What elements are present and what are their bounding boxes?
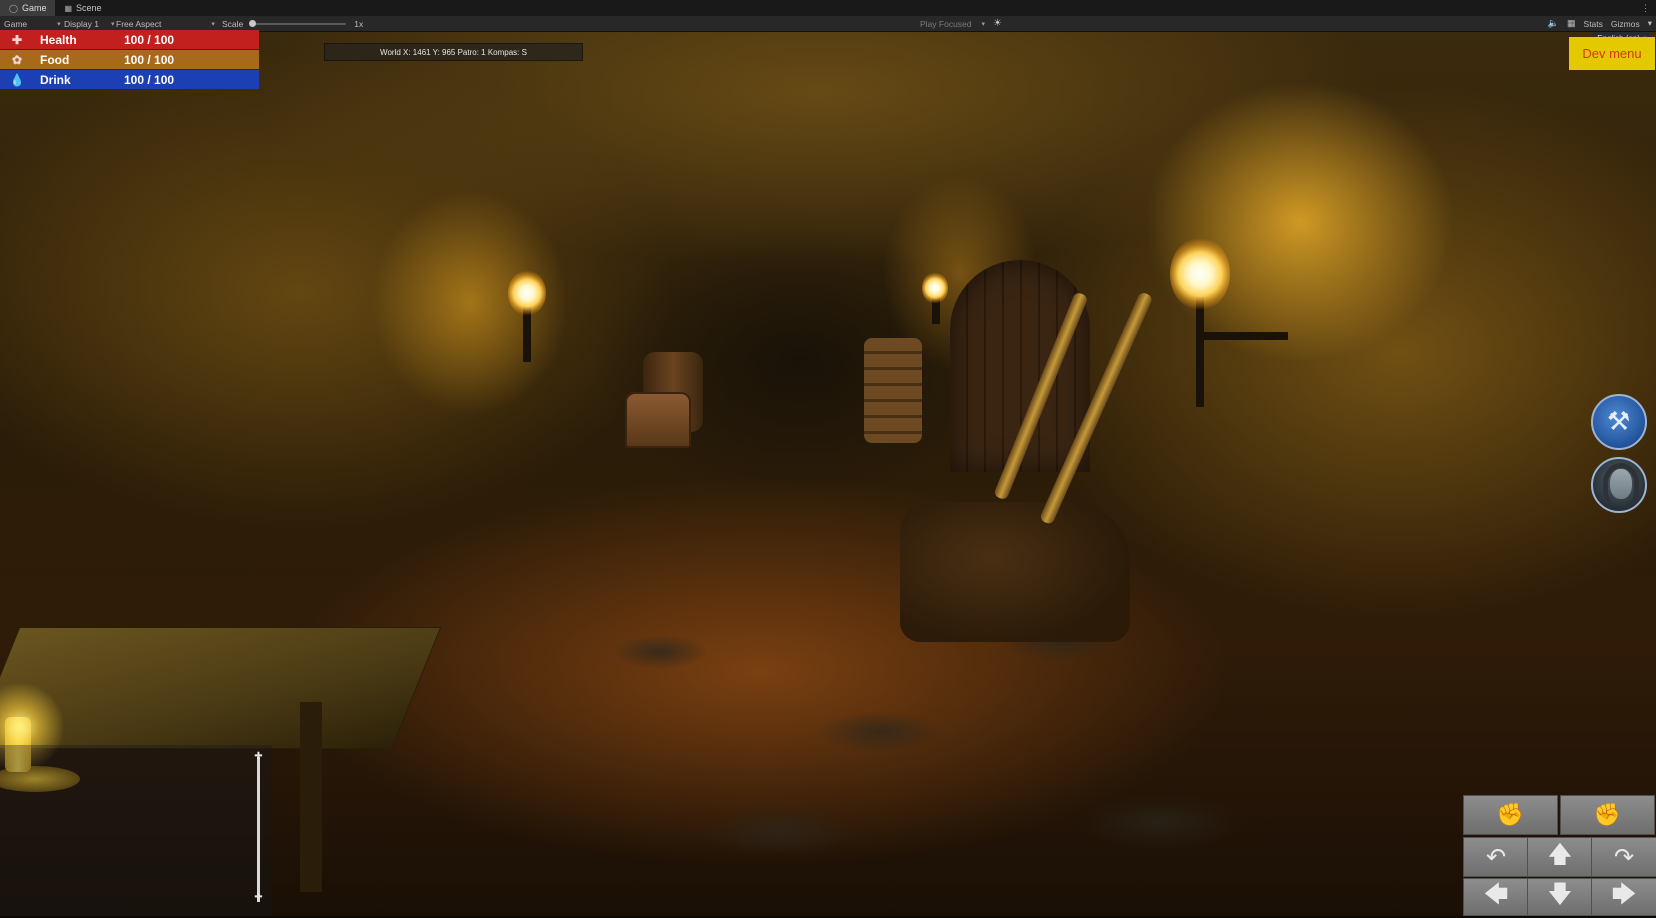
- equipped-tool-button[interactable]: ⚒: [1591, 394, 1647, 450]
- health-label: Health: [40, 32, 77, 47]
- turn-right-button[interactable]: ↷: [1591, 837, 1656, 877]
- right-hand-button[interactable]: ✊: [1560, 795, 1655, 835]
- table-leg: [300, 702, 322, 892]
- arrow-right-icon: 🡆: [1611, 880, 1637, 908]
- audio-icon[interactable]: 🔈: [1548, 18, 1559, 29]
- food-value: 100 / 100: [124, 52, 175, 67]
- more-options-icon[interactable]: ⋮: [1635, 0, 1656, 16]
- move-forward-button[interactable]: 🡅: [1527, 837, 1593, 877]
- aspect-dropdown[interactable]: Free Aspect ▾: [116, 16, 215, 31]
- drumstick-icon: ✿: [11, 52, 23, 67]
- scale-control[interactable]: Scale 1x: [222, 16, 363, 31]
- torch-flame: [922, 272, 948, 304]
- chevron-down-icon[interactable]: ▾: [1648, 18, 1652, 29]
- fist-right-icon: ✊: [1593, 802, 1622, 827]
- game-view-dropdown[interactable]: Game ▾: [4, 16, 61, 31]
- wall-torch: [1196, 297, 1204, 407]
- scale-slider[interactable]: [249, 19, 347, 27]
- display-dropdown[interactable]: Display 1 ▾: [64, 16, 114, 31]
- gamepad-icon: ◯: [9, 3, 18, 13]
- strafe-right-button[interactable]: 🡆: [1591, 878, 1656, 916]
- mining-machine: [900, 502, 1130, 642]
- world-coordinates: World X: 1461 Y: 965 Patro: 1 Kompas: S: [324, 43, 583, 61]
- food-bar: ✿ Food 100 / 100: [0, 50, 259, 69]
- treasure-chest: [625, 392, 691, 448]
- chevron-down-icon: ▾: [57, 20, 61, 28]
- drink-label: Drink: [40, 72, 71, 87]
- health-value: 100 / 100: [124, 32, 175, 47]
- toolbar-right-group: 🔈 ▦ Stats Gizmos ▾: [1548, 16, 1652, 31]
- dev-menu-button[interactable]: Dev menu: [1569, 37, 1655, 70]
- scale-slider-handle[interactable]: [249, 19, 257, 27]
- play-mode-dropdown[interactable]: Play Focused ▾: [920, 16, 985, 31]
- game-view-label: Game: [4, 18, 28, 29]
- drink-value: 100 / 100: [124, 72, 175, 87]
- slider-top-cap[interactable]: ✚: [251, 752, 266, 762]
- tab-game-label: Game: [21, 3, 47, 13]
- sun-icon: ☀: [993, 18, 1002, 29]
- plus-cross-icon: ✚: [11, 32, 23, 47]
- drink-bar: 💧 Drink 100 / 100: [0, 70, 259, 89]
- scale-label: Scale: [222, 18, 244, 29]
- character-portrait-button[interactable]: [1591, 457, 1647, 513]
- tab-scene-label: Scene: [76, 3, 102, 13]
- fist-left-icon: ✊: [1496, 802, 1525, 827]
- frame-stats-icon[interactable]: ▦: [1567, 18, 1576, 29]
- chevron-down-icon: ▾: [110, 20, 115, 28]
- aspect-label: Free Aspect: [116, 18, 162, 29]
- pickaxe-icon: ⚒: [1607, 406, 1631, 436]
- turn-left-button[interactable]: ↶: [1463, 837, 1529, 877]
- left-hand-button[interactable]: ✊: [1463, 795, 1558, 835]
- tab-game[interactable]: ◯ Game: [0, 0, 56, 16]
- gizmos-button[interactable]: Gizmos: [1611, 19, 1640, 29]
- health-bar: ✚ Health 100 / 100: [0, 30, 259, 49]
- vertical-slider-panel: [0, 745, 272, 916]
- scale-value: 1x: [354, 18, 364, 29]
- turn-left-icon: ↶: [1485, 843, 1507, 871]
- chevron-down-icon: ▾: [981, 20, 986, 28]
- turn-right-icon: ↷: [1613, 843, 1635, 871]
- torch-bracket: [1196, 332, 1288, 340]
- lighting-toggle[interactable]: ☀: [993, 16, 1002, 31]
- move-back-button[interactable]: 🡇: [1527, 878, 1593, 916]
- droplet-icon: 💧: [9, 72, 25, 87]
- editor-tab-bar: ◯ Game ▦ Scene ⋮: [0, 0, 1656, 17]
- portrait-face: [1610, 469, 1632, 499]
- arrow-left-icon: 🡄: [1483, 880, 1509, 908]
- torch-flame: [1170, 237, 1230, 311]
- torch-flame: [508, 270, 546, 316]
- wooden-table: [0, 627, 442, 749]
- arrow-down-icon: 🡇: [1547, 880, 1573, 908]
- sack-pile: [864, 338, 922, 443]
- stats-button[interactable]: Stats: [1584, 19, 1603, 29]
- vertical-slider[interactable]: [257, 757, 260, 902]
- tab-scene[interactable]: ▦ Scene: [55, 0, 110, 16]
- grid-icon: ▦: [64, 3, 73, 13]
- strafe-left-button[interactable]: 🡄: [1463, 878, 1529, 916]
- arrow-up-icon: 🡅: [1547, 840, 1573, 868]
- display-label: Display 1: [64, 18, 99, 29]
- chevron-down-icon: ▾: [211, 20, 215, 28]
- play-mode-label: Play Focused: [920, 18, 972, 29]
- food-label: Food: [40, 52, 70, 67]
- slider-bottom-cap[interactable]: ✚: [251, 893, 266, 903]
